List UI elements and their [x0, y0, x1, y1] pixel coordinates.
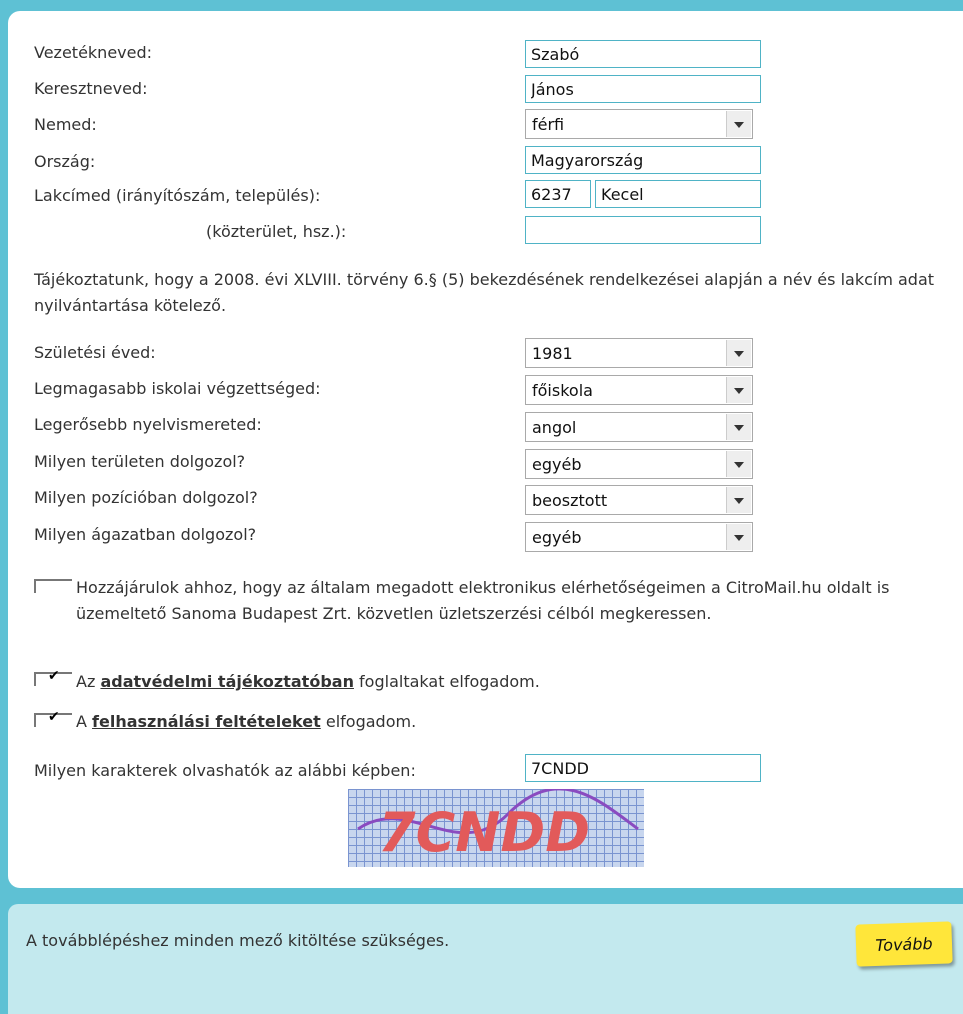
captcha-graphic: 7CNDD: [357, 789, 639, 864]
position-select[interactable]: beosztott: [525, 485, 753, 515]
first-name-input[interactable]: [525, 75, 761, 103]
gender-value: férfi: [532, 115, 565, 134]
privacy-prefix: Az: [76, 672, 96, 691]
gender-select[interactable]: férfi: [525, 109, 753, 139]
chevron-down-icon[interactable]: [726, 377, 751, 403]
education-select[interactable]: főiskola: [525, 375, 753, 405]
check-icon: ✔: [48, 709, 60, 725]
chevron-down-icon[interactable]: [726, 340, 751, 366]
chevron-down-icon[interactable]: [726, 111, 751, 137]
zip-input[interactable]: [525, 180, 591, 208]
next-button[interactable]: Tovább: [855, 921, 953, 967]
terms-prefix: A: [76, 712, 87, 731]
terms-link[interactable]: felhasználási feltételeket: [92, 712, 321, 731]
footer-message: A továbblépéshez minden mező kitöltése s…: [26, 931, 450, 950]
legal-notice: Tájékoztatunk, hogy a 2008. évi XLVIII. …: [34, 270, 935, 315]
birth-year-select[interactable]: 1981: [525, 338, 753, 368]
gender-label: Nemed:: [34, 115, 97, 134]
country-input[interactable]: [525, 146, 761, 174]
language-value: angol: [532, 418, 577, 437]
captcha-input[interactable]: [525, 754, 761, 782]
terms-consent: A felhasználási feltételeket elfogadom.: [76, 709, 416, 735]
field-select[interactable]: egyéb: [525, 449, 753, 479]
sector-label: Milyen ágazatban dolgozol?: [34, 525, 257, 544]
position-label: Milyen pozícióban dolgozol?: [34, 488, 258, 507]
privacy-policy-link[interactable]: adatvédelmi tájékoztatóban: [100, 672, 354, 691]
sector-select[interactable]: egyéb: [525, 522, 753, 552]
street-input[interactable]: [525, 216, 761, 244]
marketing-consent-text: Hozzájárulok ahhoz, hogy az általam mega…: [76, 578, 890, 623]
last-name-label: Vezetékneved:: [34, 43, 153, 62]
terms-checkbox[interactable]: ✔: [34, 709, 72, 727]
sector-value: egyéb: [532, 528, 582, 547]
language-label: Legerősebb nyelvismereted:: [34, 415, 262, 434]
check-icon: ✔: [48, 668, 60, 684]
language-select[interactable]: angol: [525, 412, 753, 442]
captcha-text: 7CNDD: [378, 801, 590, 864]
chevron-down-icon[interactable]: [726, 487, 751, 513]
address-label: Lakcímed (irányítószám, település):: [34, 186, 321, 205]
first-name-label: Keresztneved:: [34, 79, 148, 98]
footer-bar: A továbblépéshez minden mező kitöltése s…: [8, 904, 963, 1014]
education-label: Legmagasabb iskolai végzettséged:: [34, 379, 321, 398]
field-value: egyéb: [532, 455, 582, 474]
terms-suffix: elfogadom.: [325, 712, 417, 731]
city-input[interactable]: [595, 180, 761, 208]
privacy-checkbox[interactable]: ✔: [34, 668, 72, 686]
marketing-checkbox[interactable]: [34, 579, 72, 593]
birth-year-label: Születési éved:: [34, 343, 156, 362]
captcha-image: 7CNDD: [348, 789, 644, 867]
field-label: Milyen területen dolgozol?: [34, 452, 246, 471]
birth-year-value: 1981: [532, 344, 573, 363]
position-value: beosztott: [532, 491, 608, 510]
form-panel: Vezetékneved: Keresztneved: Nemed: férfi…: [8, 11, 963, 888]
privacy-consent: Az adatvédelmi tájékoztatóban foglaltaka…: [76, 669, 540, 695]
chevron-down-icon[interactable]: [726, 451, 751, 477]
country-label: Ország:: [34, 152, 96, 171]
street-label: (közterület, hsz.):: [206, 222, 347, 241]
chevron-down-icon[interactable]: [726, 414, 751, 440]
education-value: főiskola: [532, 381, 593, 400]
privacy-suffix: foglaltakat elfogadom.: [359, 672, 540, 691]
chevron-down-icon[interactable]: [726, 524, 751, 550]
last-name-input[interactable]: [525, 40, 761, 68]
captcha-label: Milyen karakterek olvashatók az alábbi k…: [34, 761, 416, 780]
